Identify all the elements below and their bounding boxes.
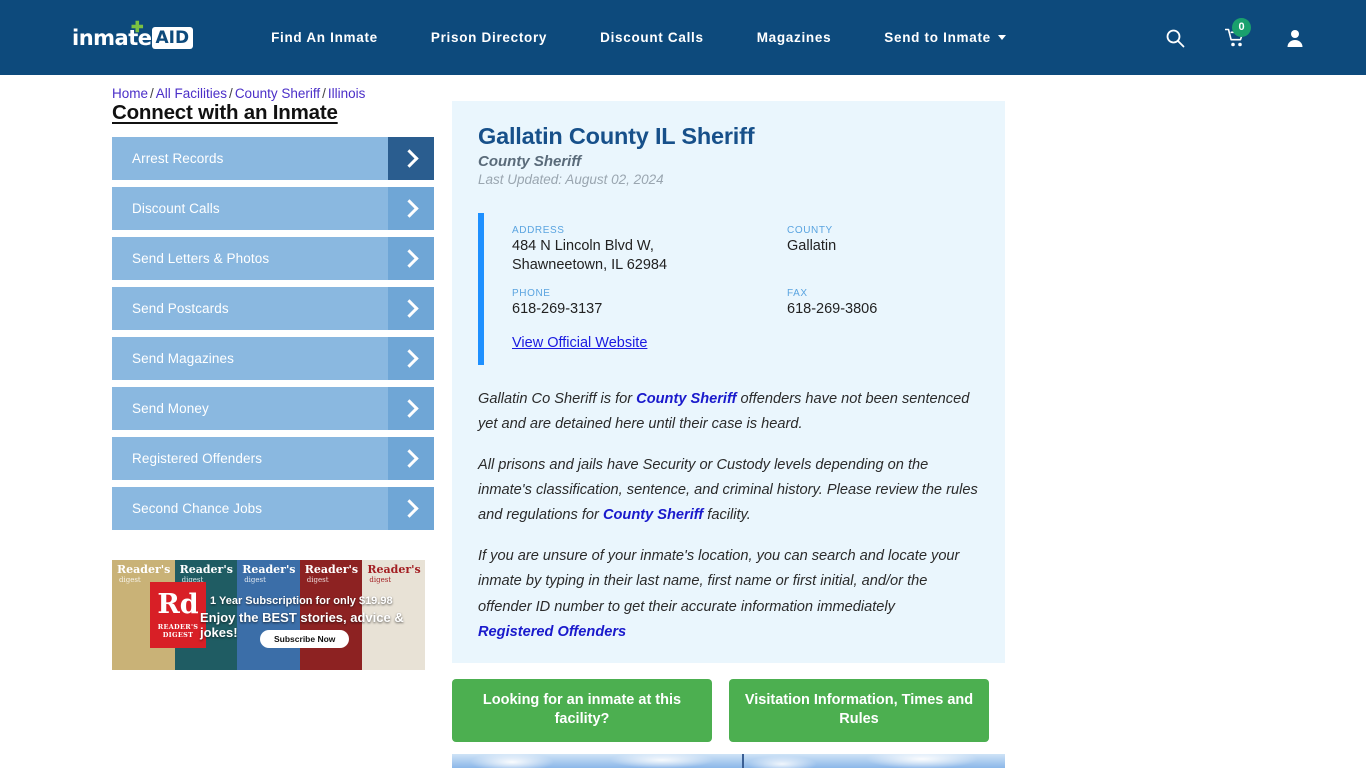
fax-label: FAX — [787, 287, 808, 299]
address-value: 484 N Lincoln Blvd W, Shawneetown, IL 62… — [512, 238, 668, 274]
sidebar-list: Arrest Records Discount Calls Send Lette… — [112, 137, 434, 530]
ad-cover-subtitle: digest — [119, 576, 141, 584]
ad-cover-subtitle: digest — [244, 576, 266, 584]
breadcrumb: Home / All Facilities / County Sheriff / Illin… — [112, 86, 365, 101]
page-title: Gallatin County IL Sheriff — [478, 123, 755, 149]
address-label: ADDRESS — [512, 225, 565, 236]
breadcrumb-item-illinois[interactable]: Illinois — [328, 86, 366, 101]
ad-brand: Rd — [157, 588, 199, 620]
p1-county-sheriff-link[interactable]: County Sheriff — [636, 391, 736, 407]
photo-divider — [742, 753, 744, 768]
header-actions: 0 — [1164, 17, 1306, 49]
ad-subscribe-button[interactable]: Subscribe Now — [260, 630, 350, 648]
readers-digest-logo: Rd READER'S DIGEST — [150, 582, 206, 648]
ad-cover-title: Reader's — [367, 563, 421, 576]
county-label: COUNTY — [787, 225, 833, 236]
ad-cover-subtitle: digest — [306, 576, 329, 584]
county-value: Gallatin — [787, 238, 837, 254]
ad-cover-title: Reader's — [179, 563, 233, 576]
sidebar: Connect with an Inmate Arrest Records Di… — [112, 101, 434, 768]
facility-photo-banner — [452, 753, 1005, 768]
breadcrumb-separator: / — [229, 86, 233, 101]
ad-brand-sub: READER'S DIGEST — [157, 622, 199, 639]
ad-headline: 1 Year Subscription for only $19.98 — [210, 595, 393, 607]
sidebar-item-label: Registered Offenders — [132, 451, 263, 466]
chevron-right-icon[interactable] — [388, 287, 434, 330]
chevron-right-icon[interactable] — [388, 187, 434, 230]
ad-cover-title: Reader's — [117, 563, 171, 576]
official-website-link[interactable]: View Official Website — [512, 335, 979, 351]
search-icon[interactable] — [1164, 27, 1186, 49]
sidebar-item-label: Discount Calls — [132, 201, 220, 216]
last-updated: Last Updated: August 02, 2024 — [478, 172, 664, 187]
paragraph-3: If you are unsure of your inmate's locat… — [478, 544, 979, 644]
sidebar-item-second-chance-jobs[interactable]: Second Chance Jobs — [112, 487, 434, 530]
plus-icon: ✚ — [131, 18, 144, 36]
chevron-right-icon[interactable] — [388, 437, 434, 480]
chevron-right-icon[interactable] — [388, 137, 434, 180]
inmate-search-button[interactable]: Looking for an inmate at this facility? — [452, 678, 712, 742]
logo-badge: AID — [152, 26, 194, 49]
breadcrumb-separator: / — [150, 86, 154, 101]
content-row: Connect with an Inmate Arrest Records Di… — [0, 75, 1366, 768]
sidebar-item-label: Second Chance Jobs — [132, 501, 263, 516]
p2-text-b: facility. — [703, 507, 751, 524]
visitation-info-button[interactable]: Visitation Information, Times and Rules — [729, 678, 989, 742]
nav-item-magazines[interactable]: Magazines — [757, 30, 832, 45]
fax-value: 618-269-3806 — [787, 300, 878, 317]
sidebar-title: Connect with an Inmate — [112, 101, 338, 124]
sidebar-item-discount-calls[interactable]: Discount Calls — [112, 187, 434, 230]
facility-info-block: ADDRESS 484 N Lincoln Blvd W, Shawneetow… — [478, 213, 979, 365]
phone-value: 618-269-3137 — [512, 300, 603, 317]
fax-field: FAX 618-269-3806 — [787, 288, 979, 319]
sidebar-item-send-letters-photos[interactable]: Send Letters & Photos — [112, 237, 434, 280]
sidebar-item-registered-offenders[interactable]: Registered Offenders — [112, 437, 434, 480]
breadcrumb-separator: / — [322, 86, 326, 101]
action-button-row: Looking for an inmate at this facility? … — [452, 678, 1005, 742]
readers-digest-ad[interactable]: Reader's digest Reader's digest Reader's… — [112, 560, 425, 670]
ad-cover-title: Reader's — [304, 563, 359, 576]
paragraph-2: All prisons and jails have Security or C… — [478, 453, 979, 528]
nav-item-find-an-inmate[interactable]: Find An Inmate — [271, 30, 378, 45]
ad-cover-subtitle: digest — [369, 576, 392, 584]
breadcrumb-item-home[interactable]: Home — [112, 86, 148, 101]
main-content: Gallatin County IL Sheriff County Sherif… — [452, 101, 1005, 768]
phone-label: PHONE — [512, 287, 551, 299]
phone-field: PHONE 618-269-3137 — [512, 288, 787, 319]
sidebar-item-label: Send Money — [132, 401, 209, 416]
sidebar-item-label: Send Letters & Photos — [132, 251, 270, 266]
sidebar-item-label: Arrest Records — [132, 151, 224, 166]
nav-item-prison-directory[interactable]: Prison Directory — [431, 30, 547, 45]
sidebar-item-label: Send Postcards — [132, 301, 229, 316]
site-header: inmate ✚ AID Find An Inmate Prison Direc… — [0, 0, 1366, 75]
breadcrumb-item-county-sheriff[interactable]: County Sheriff — [235, 86, 320, 101]
nav-item-discount-calls[interactable]: Discount Calls — [600, 30, 704, 45]
sidebar-item-send-postcards[interactable]: Send Postcards — [112, 287, 434, 330]
main-nav: Find An Inmate Prison Directory Discount… — [271, 30, 1164, 45]
p3-text: If you are unsure of your inmate's locat… — [478, 548, 960, 615]
p2-county-sheriff-link[interactable]: County Sheriff — [603, 507, 703, 523]
user-icon[interactable] — [1284, 27, 1306, 49]
sidebar-item-label: Send Magazines — [132, 351, 234, 366]
ad-cover-title: Reader's — [242, 563, 296, 576]
address-field: ADDRESS 484 N Lincoln Blvd W, Shawneetow… — [512, 225, 787, 276]
cart-count-badge: 0 — [1232, 17, 1251, 37]
breadcrumb-item-all-facilities[interactable]: All Facilities — [156, 86, 227, 101]
registered-offenders-link[interactable]: Registered Offenders — [478, 620, 979, 645]
facility-card: Gallatin County IL Sheriff County Sherif… — [452, 101, 1005, 663]
chevron-right-icon[interactable] — [388, 487, 434, 530]
chevron-right-icon[interactable] — [388, 337, 434, 380]
sidebar-item-send-magazines[interactable]: Send Magazines — [112, 337, 434, 380]
paragraph-1: Gallatin Co Sheriff is for County Sherif… — [478, 387, 979, 437]
sidebar-item-send-money[interactable]: Send Money — [112, 387, 434, 430]
p1-text-a: Gallatin Co Sheriff is for — [478, 390, 637, 407]
chevron-right-icon[interactable] — [388, 237, 434, 280]
site-logo[interactable]: inmate ✚ AID — [72, 18, 194, 53]
cart-icon[interactable]: 0 — [1224, 17, 1251, 49]
facility-type: County Sheriff — [478, 153, 582, 170]
nav-item-send-to-inmate[interactable]: Send to Inmate — [884, 30, 1006, 45]
sidebar-item-arrest-records[interactable]: Arrest Records — [112, 137, 434, 180]
county-field: COUNTY Gallatin — [787, 225, 979, 276]
chevron-right-icon[interactable] — [388, 387, 434, 430]
